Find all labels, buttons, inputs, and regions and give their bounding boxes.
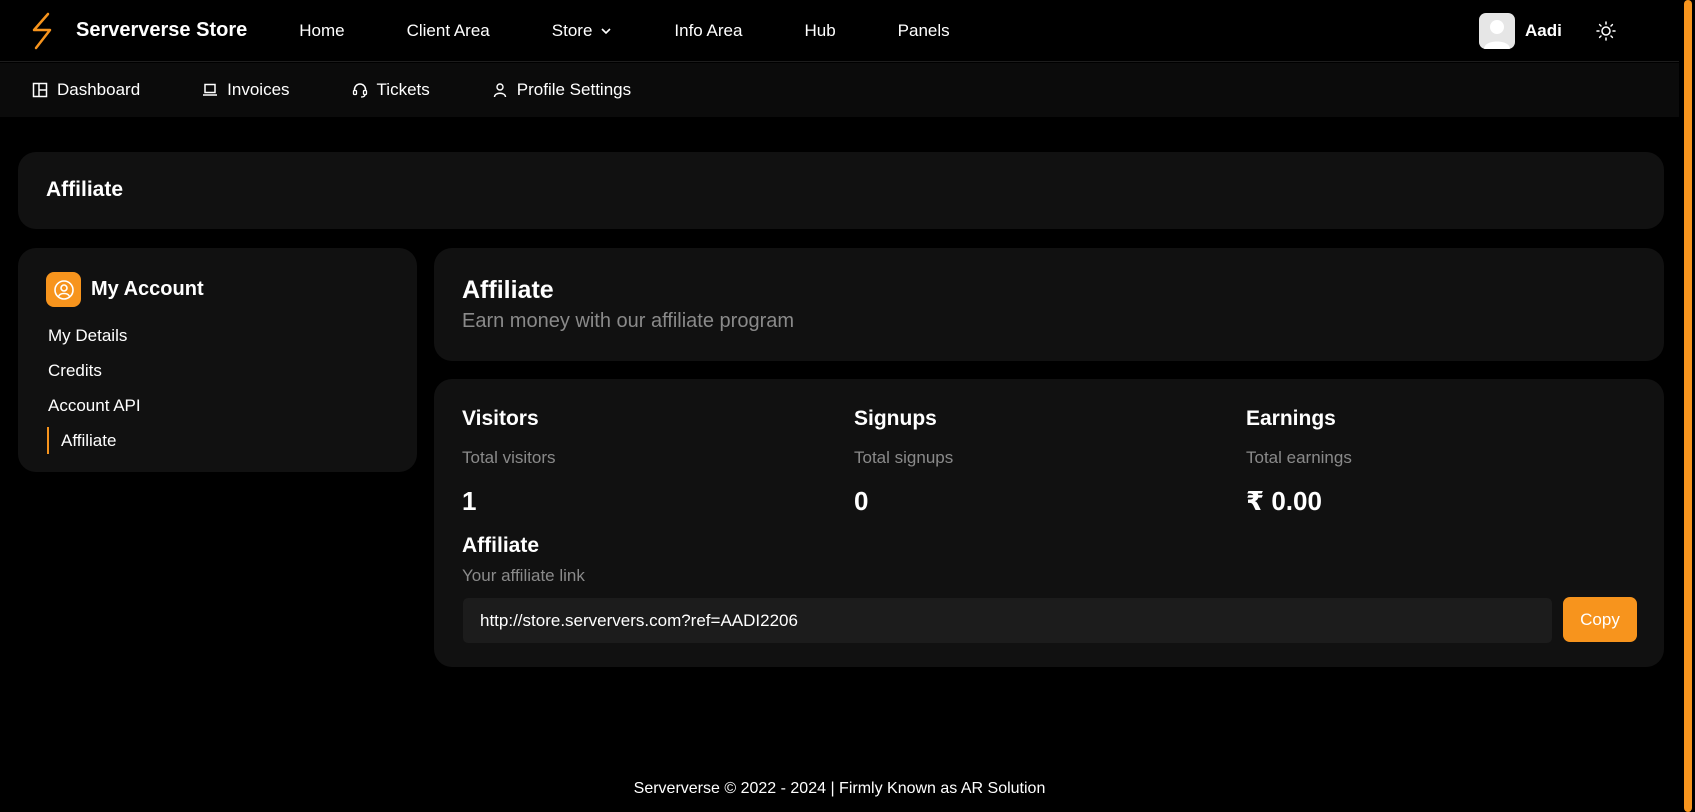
avatar xyxy=(1479,13,1515,49)
subnav-tickets-label: Tickets xyxy=(376,80,430,99)
stat-value: ₹ 0.00 xyxy=(1246,486,1322,516)
section-subtitle: Earn money with our affiliate program xyxy=(462,310,795,332)
user-icon xyxy=(493,83,506,98)
page-title-card: Affiliate xyxy=(18,152,1664,229)
nav-item-client-area[interactable]: Client Area xyxy=(407,21,490,41)
main-nav: Home Client Area Store Info Area Hub Pan… xyxy=(299,21,949,41)
affiliate-stats-card: Visitors Total visitors 1 Signups Total … xyxy=(434,379,1664,667)
subnav-invoices[interactable]: Invoices xyxy=(202,80,290,100)
subnav-invoices-label: Invoices xyxy=(227,80,290,99)
user-name: Aadi xyxy=(1525,21,1562,40)
brand[interactable]: Serververse Store xyxy=(28,12,247,50)
nav-item-home[interactable]: Home xyxy=(299,21,344,41)
scrollbar[interactable] xyxy=(1679,0,1695,812)
affiliate-link-subtitle: Your affiliate link xyxy=(462,566,585,585)
page-title: Affiliate xyxy=(46,178,124,201)
sidebar-header: My Account xyxy=(46,272,204,307)
nav-item-info-area[interactable]: Info Area xyxy=(674,21,742,41)
subnav-dashboard[interactable]: Dashboard xyxy=(32,80,140,100)
nav-item-store-label: Store xyxy=(551,20,593,40)
stat-subtitle: Total signups xyxy=(854,448,954,467)
subnav-dashboard-label: Dashboard xyxy=(57,80,141,99)
sidebar-item-affiliate[interactable]: Affiliate xyxy=(47,427,141,454)
scrollbar-thumb[interactable] xyxy=(1684,0,1692,812)
stat-signups: Signups Total signups 0 xyxy=(854,407,953,517)
subnav-tickets[interactable]: Tickets xyxy=(352,80,430,100)
sub-navbar: Dashboard Invoices Tickets Profile Setti… xyxy=(0,63,1679,117)
sun-icon[interactable] xyxy=(1595,20,1617,42)
dashboard-icon xyxy=(32,82,48,98)
sidebar-item-credits[interactable]: Credits xyxy=(48,353,141,388)
nav-item-panels[interactable]: Panels xyxy=(898,21,950,41)
sidebar-list: My Details Credits Account API Affiliate xyxy=(47,318,141,454)
sidebar-item-account-api[interactable]: Account API xyxy=(48,388,141,423)
stat-subtitle: Total earnings xyxy=(1246,448,1352,467)
user-menu[interactable]: Aadi xyxy=(1479,13,1562,49)
affiliate-header-card: Affiliate Earn money with our affiliate … xyxy=(434,248,1664,361)
nav-item-hub[interactable]: Hub xyxy=(804,21,835,41)
affiliate-link-input[interactable] xyxy=(463,598,1552,643)
footer-text: Serververse © 2022 - 2024 | Firmly Known… xyxy=(633,780,1046,797)
stat-title: Earnings xyxy=(1246,407,1336,430)
copy-button[interactable]: Copy xyxy=(1563,597,1637,642)
brand-name: Serververse Store xyxy=(76,19,248,41)
stat-title: Visitors xyxy=(462,407,539,430)
chevron-down-icon xyxy=(601,27,611,34)
laptop-icon xyxy=(203,83,218,96)
lightning-logo-icon xyxy=(32,12,52,49)
section-title: Affiliate xyxy=(462,276,554,304)
top-navbar: Serververse Store Home Client Area Store… xyxy=(0,0,1679,62)
account-circle-icon xyxy=(46,272,81,307)
subnav-profile-settings-label: Profile Settings xyxy=(516,80,632,99)
sidebar-title: My Account xyxy=(91,278,204,300)
sidebar-item-my-details[interactable]: My Details xyxy=(48,318,141,353)
stat-subtitle: Total visitors xyxy=(462,448,556,467)
stat-value: 0 xyxy=(854,486,869,516)
affiliate-link-title: Affiliate xyxy=(462,534,540,557)
subnav-profile-settings[interactable]: Profile Settings xyxy=(492,80,631,100)
stat-value: 1 xyxy=(462,486,477,516)
avatar-placeholder-icon xyxy=(1484,20,1510,49)
account-sidebar: My Account My Details Credits Account AP… xyxy=(18,248,417,472)
headset-icon xyxy=(352,83,367,98)
stat-earnings: Earnings Total earnings ₹ 0.00 xyxy=(1246,407,1352,517)
nav-item-store[interactable]: Store xyxy=(552,21,613,41)
stat-visitors: Visitors Total visitors 1 xyxy=(462,407,556,517)
stat-title: Signups xyxy=(854,407,937,430)
